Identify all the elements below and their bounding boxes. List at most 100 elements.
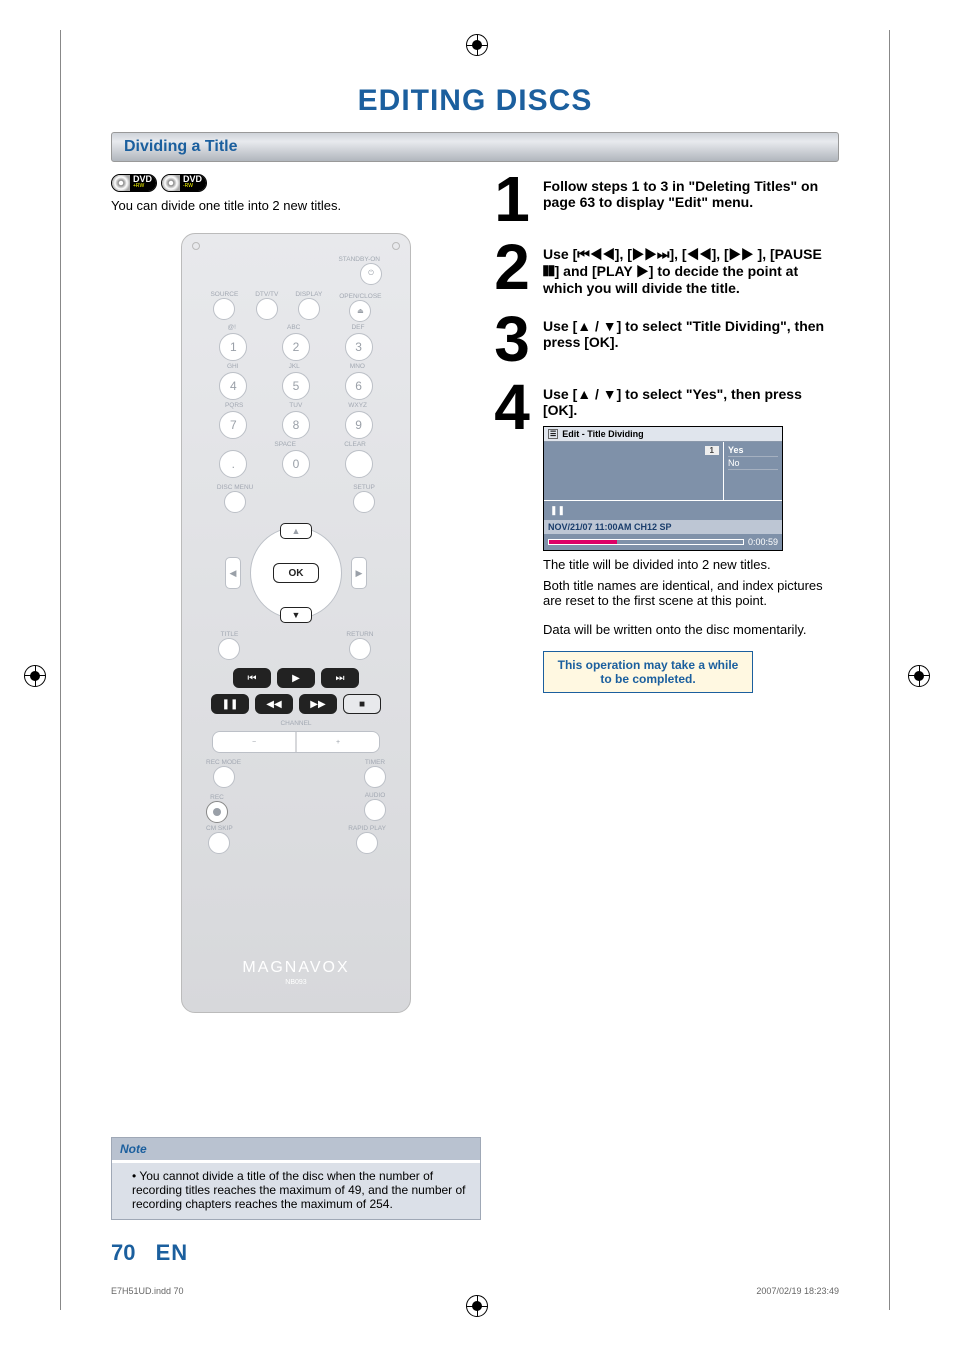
intro-text: You can divide one title into 2 new titl… xyxy=(111,198,481,213)
disc-badge-label: DVD xyxy=(133,176,152,183)
keypad-7: 7 xyxy=(219,411,247,439)
nav-left-button: ◀ xyxy=(225,557,241,589)
rec-mode-button xyxy=(213,766,235,788)
step-1: 1 Follow steps 1 to 3 in "Deleting Title… xyxy=(491,174,839,224)
osd-info-line: NOV/21/07 11:00AM CH12 SP xyxy=(544,520,782,534)
osd-preview: 1 xyxy=(544,442,724,500)
disc-badge-sub: -RW xyxy=(183,183,202,190)
step-number: 4 xyxy=(491,382,533,693)
skip-next-button: ⏭ xyxy=(321,668,359,688)
registration-mark-icon xyxy=(24,665,46,687)
osd-title-text: Edit - Title Dividing xyxy=(562,429,643,439)
keypad-4: 4 xyxy=(219,372,247,400)
osd-preview-number: 1 xyxy=(705,446,719,455)
registration-mark-icon xyxy=(908,665,930,687)
step-text: Follow steps 1 to 3 in "Deleting Titles"… xyxy=(543,178,818,210)
rec-label: REC xyxy=(206,794,228,801)
audio-label: AUDIO xyxy=(364,792,386,799)
rewind-button: ◀◀ xyxy=(255,694,293,714)
step-3: 3 Use [▲ / ▼] to select "Title Dividing"… xyxy=(491,314,839,364)
footer-right: 2007/02/19 18:23:49 xyxy=(756,1286,839,1296)
osd-dialog: ☰ Edit - Title Dividing 1 Yes No xyxy=(543,426,783,551)
play-button: ▶ xyxy=(277,668,315,688)
skip-prev-button: ⏮ xyxy=(233,668,271,688)
title-button xyxy=(218,638,240,660)
brand-name: MAGNAVOX xyxy=(182,959,410,977)
brand-label: MAGNAVOX NB093 xyxy=(182,959,410,986)
step-text: Use [⏮◀◀], [▶▶⏭], [◀◀], [▶▶ ], [PAUSE ❚❚… xyxy=(543,246,822,296)
step-note-3: Data will be written onto the disc momen… xyxy=(543,622,839,637)
step-text: Use [▲ / ▼] to select "Yes", then press … xyxy=(543,386,802,418)
step-2: 2 Use [⏮◀◀], [▶▶⏭], [◀◀], [▶▶ ], [PAUSE … xyxy=(491,242,839,296)
disc-badge-sub: +RW xyxy=(133,183,152,190)
step-note-1: The title will be divided into 2 new tit… xyxy=(543,557,839,572)
step-number: 2 xyxy=(491,242,533,296)
keypad-clear xyxy=(345,450,373,478)
nav-up-button: ▲ xyxy=(280,523,312,539)
footer-left: E7H51UD.indd 70 xyxy=(111,1286,184,1296)
keypad-1: 1 xyxy=(219,333,247,361)
osd-time: 0:00:59 xyxy=(748,537,778,547)
pause-button: ❚❚ xyxy=(211,694,249,714)
keypad-dot: . xyxy=(219,450,247,478)
page-title: EDITING DISCS xyxy=(61,84,889,118)
rec-button xyxy=(206,801,228,823)
disc-icon xyxy=(162,175,180,191)
disc-badge-label: DVD xyxy=(183,176,202,183)
source-button xyxy=(213,298,235,320)
title-label: TITLE xyxy=(218,631,240,638)
pause-icon: ❚❚ xyxy=(550,505,565,516)
step-text: Use [▲ / ▼] to select "Title Dividing", … xyxy=(543,318,824,350)
keypad-8: 8 xyxy=(282,411,310,439)
keypad-5: 5 xyxy=(282,372,310,400)
dtvtv-button xyxy=(256,298,278,320)
right-column: 1 Follow steps 1 to 3 in "Deleting Title… xyxy=(491,174,839,1013)
display-label: DISPLAY xyxy=(295,291,322,298)
ffwd-button: ▶▶ xyxy=(299,694,337,714)
keypad-9: 9 xyxy=(345,411,373,439)
dtvtv-label: DTV/TV xyxy=(255,291,278,298)
return-label: RETURN xyxy=(346,631,373,638)
model-number: NB093 xyxy=(182,979,410,986)
page-lang: EN xyxy=(156,1240,189,1265)
disc-icon xyxy=(112,175,130,191)
osd-progress-bar xyxy=(548,539,744,545)
source-label: SOURCE xyxy=(210,291,238,298)
list-icon: ☰ xyxy=(548,429,558,439)
ok-button: OK xyxy=(273,563,319,583)
left-column: DVD+RW DVD-RW You can divide one title i… xyxy=(111,174,481,1013)
disc-badges: DVD+RW DVD-RW xyxy=(111,174,481,192)
standby-button: ⏻ xyxy=(360,263,382,285)
step-note-2: Both title names are identical, and inde… xyxy=(543,578,839,608)
open-close-label: OPEN/CLOSE xyxy=(339,293,381,300)
open-close-button: ⏏ xyxy=(349,300,371,322)
audio-button xyxy=(364,799,386,821)
page-number-value: 70 xyxy=(111,1240,135,1265)
note-item: You cannot divide a title of the disc wh… xyxy=(132,1169,470,1211)
osd-title-bar: ☰ Edit - Title Dividing xyxy=(544,427,782,442)
disc-badge-rw-minus: DVD-RW xyxy=(161,174,207,192)
keypad-2: 2 xyxy=(282,333,310,361)
setup-button xyxy=(353,491,375,513)
setup-label: SETUP xyxy=(353,484,375,491)
timer-label: TIMER xyxy=(364,759,386,766)
nav-right-button: ▶ xyxy=(351,557,367,589)
return-button xyxy=(349,638,371,660)
disc-badge-rw-plus: DVD+RW xyxy=(111,174,157,192)
keypad-0: 0 xyxy=(282,450,310,478)
cm-skip-button xyxy=(208,832,230,854)
osd-option-yes: Yes xyxy=(728,444,778,457)
stop-button: ■ xyxy=(343,694,381,714)
step-number: 1 xyxy=(491,174,533,224)
step-number: 3 xyxy=(491,314,533,364)
remote-control-illustration: STANDBY-ON ⏻ SOURCE DTV/TV DISPLAY OPEN/… xyxy=(181,233,411,1013)
wait-message-box: This operation may take a while to be co… xyxy=(543,651,753,693)
disc-menu-label: DISC MENU xyxy=(217,484,253,491)
display-button xyxy=(298,298,320,320)
channel-down-icon: − xyxy=(213,732,297,752)
note-box: Note You cannot divide a title of the di… xyxy=(111,1137,481,1220)
page-frame: EDITING DISCS Dividing a Title DVD+RW DV… xyxy=(60,30,890,1310)
channel-label: CHANNEL xyxy=(182,720,410,727)
channel-up-icon: + xyxy=(297,732,379,752)
timer-button xyxy=(364,766,386,788)
